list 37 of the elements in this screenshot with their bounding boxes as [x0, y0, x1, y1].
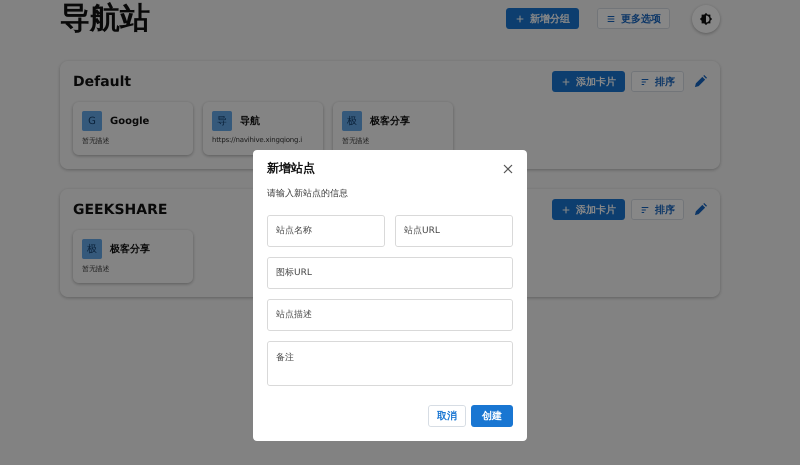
plus-icon: [561, 204, 571, 214]
edit-icon[interactable]: [694, 75, 707, 88]
group-title: GEEKSHARE: [73, 202, 168, 218]
input-field[interactable]: 站点URL: [395, 215, 513, 247]
site-icon: 极: [342, 111, 362, 131]
site-icon: G: [82, 111, 102, 131]
input-field[interactable]: 图标URL: [267, 257, 513, 289]
edit-icon[interactable]: [694, 203, 707, 216]
input-field[interactable]: 站点描述: [267, 299, 513, 331]
input-field[interactable]: 备注: [267, 341, 513, 386]
close-icon[interactable]: [503, 164, 513, 174]
input-field[interactable]: 站点名称: [267, 215, 385, 247]
page-title: 导航站: [60, 0, 150, 38]
theme-toggle-button[interactable]: [692, 4, 720, 32]
plus-icon: [561, 76, 571, 86]
group-title: Default: [73, 74, 132, 90]
site-name: 导航: [240, 114, 260, 128]
site-icon: 导: [212, 111, 232, 131]
site-name: 极客分享: [110, 242, 150, 256]
more-options-button[interactable]: 更多选项: [597, 8, 670, 29]
dialog-title: 新增站点: [267, 160, 315, 177]
create-button[interactable]: 创建: [471, 405, 513, 427]
sort-button[interactable]: 排序: [631, 199, 684, 220]
plus-icon: [515, 14, 525, 24]
dialog-subtitle: 请输入新站点的信息: [267, 188, 349, 200]
cancel-button[interactable]: 取消: [428, 405, 466, 427]
site-icon: 极: [82, 239, 102, 259]
site-name: Google: [110, 116, 150, 126]
brightness-icon: [699, 12, 713, 26]
add-group-button[interactable]: 新增分组: [506, 8, 579, 29]
sort-icon: [640, 204, 650, 214]
sort-icon: [640, 76, 650, 86]
site-name: 极客分享: [370, 114, 410, 128]
add-card-button[interactable]: 添加卡片: [552, 71, 625, 92]
menu-icon: [606, 14, 616, 24]
sort-button[interactable]: 排序: [631, 71, 684, 92]
add-card-button[interactable]: 添加卡片: [552, 199, 625, 220]
